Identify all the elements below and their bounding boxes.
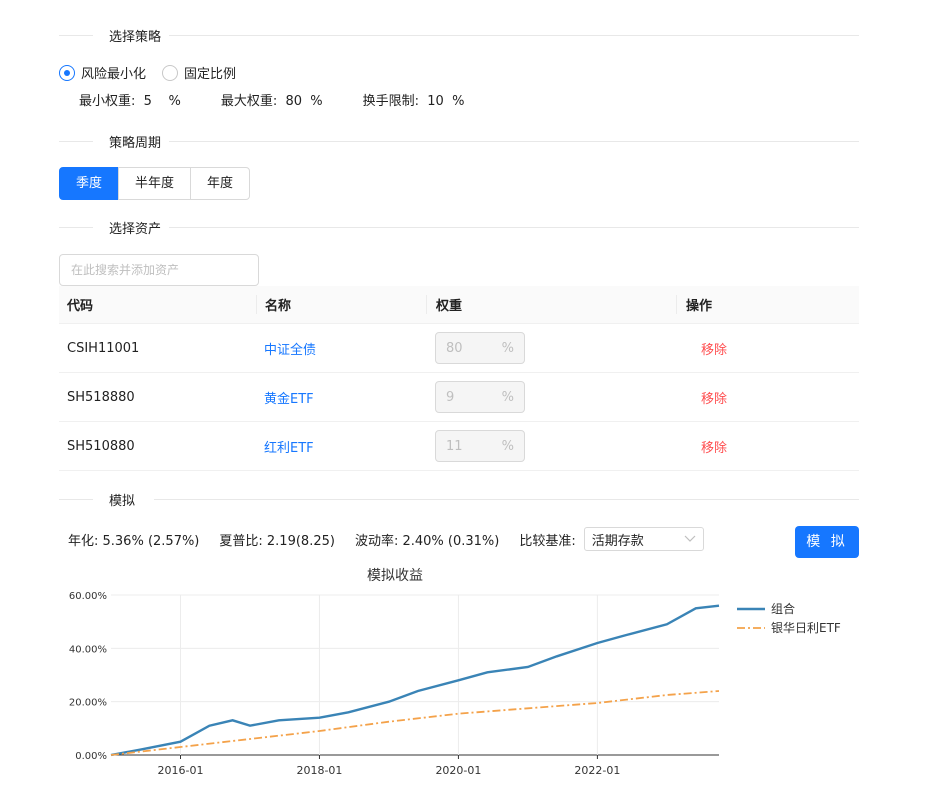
benchmark-value: 活期存款 xyxy=(591,533,644,549)
section-divider-assets: 选择资产 xyxy=(59,217,859,237)
simulation-chart: 模拟收益 0.00% 20.00% 40.00% 60.00% 2016-01 2018-0… xyxy=(69,568,841,777)
section-title-assets: 选择资产 xyxy=(109,222,162,237)
y-tick-label: 0.00% xyxy=(75,751,107,762)
series-line-2 xyxy=(110,690,720,756)
table-row: CSIH11001 中证全债 80% 移除 xyxy=(59,324,859,373)
radio-unchecked-icon xyxy=(162,64,179,81)
weight-limits: 最小权重: 5 % 最大权重: 80 % 换手限制: 10 % xyxy=(79,90,504,109)
radio-label: 风险最小化 xyxy=(81,67,147,82)
weight-unit: % xyxy=(501,389,514,405)
weight-unit: % xyxy=(501,438,514,454)
remove-button[interactable]: 移除 xyxy=(685,343,727,358)
asset-code: CSIH11001 xyxy=(67,340,140,356)
asset-code: SH518880 xyxy=(67,389,135,405)
table-row: SH510880 红利ETF 11% 移除 xyxy=(59,422,859,471)
table-row: SH518880 黄金ETF 9% 移除 xyxy=(59,373,859,422)
benchmark-label: 比较基准: xyxy=(519,533,576,549)
asset-name-link[interactable]: 红利ETF xyxy=(264,441,314,456)
asset-table: 代码 名称 权重 操作 CSIH11001 中证全债 80% 移除 SH5188… xyxy=(59,286,859,471)
radio-checked-icon xyxy=(59,64,75,81)
weight-value: 11 xyxy=(446,438,463,454)
radio-label: 固定比例 xyxy=(184,67,237,82)
chart-title: 模拟收益 xyxy=(367,568,423,584)
remove-button[interactable]: 移除 xyxy=(685,441,727,456)
asset-search-input[interactable] xyxy=(59,254,259,286)
header-weight: 权重 xyxy=(426,295,676,314)
remove-button[interactable]: 移除 xyxy=(685,392,727,407)
radio-fixed-ratio[interactable]: 固定比例 xyxy=(162,63,236,82)
y-tick-label: 60.00% xyxy=(69,591,107,602)
simulate-button[interactable]: 模 拟 xyxy=(795,526,859,558)
period-year-button[interactable]: 年度 xyxy=(190,167,251,200)
volatility: 波动率: 2.40% (0.31%) xyxy=(354,533,500,549)
weight-value: 80 xyxy=(446,340,463,356)
section-divider-strategy: 选择策略 xyxy=(59,25,859,45)
weight-input[interactable]: 80% xyxy=(435,332,525,364)
period-halfyear-button[interactable]: 半年度 xyxy=(118,167,192,200)
header-code: 代码 xyxy=(67,299,94,314)
weight-input[interactable]: 11% xyxy=(435,430,525,462)
weight-unit: % xyxy=(501,340,514,356)
series-line-1 xyxy=(110,604,720,757)
x-tick-label: 2018-01 xyxy=(296,764,342,777)
x-tick-label: 2022-01 xyxy=(574,764,620,777)
period-segmented-control: 季度 半年度 年度 xyxy=(59,167,251,200)
x-tick-label: 2016-01 xyxy=(158,764,204,777)
max-weight: 最大权重: 80 % xyxy=(220,94,323,109)
strategy-radio-group: 风险最小化 固定比例 xyxy=(59,63,252,82)
chevron-down-icon xyxy=(684,535,696,542)
asset-name-link[interactable]: 黄金ETF xyxy=(264,392,314,407)
weight-value: 9 xyxy=(446,389,455,405)
table-header: 代码 名称 权重 操作 xyxy=(59,286,859,324)
section-title-strategy: 选择策略 xyxy=(109,30,162,45)
asset-code: SH510880 xyxy=(67,438,135,454)
legend-label: 银华日利ETF xyxy=(771,621,841,635)
header-name: 名称 xyxy=(256,295,426,314)
period-quarter-button[interactable]: 季度 xyxy=(59,167,120,200)
section-divider-simulate: 模拟 xyxy=(59,489,859,509)
section-title-simulate: 模拟 xyxy=(109,494,136,509)
min-weight: 最小权重: 5 % xyxy=(79,94,181,109)
section-title-period: 策略周期 xyxy=(109,136,162,151)
y-tick-label: 20.00% xyxy=(69,698,107,709)
legend-label: 组合 xyxy=(771,601,795,616)
radio-risk-min[interactable]: 风险最小化 xyxy=(59,63,146,82)
x-tick-label: 2020-01 xyxy=(435,764,481,777)
weight-input[interactable]: 9% xyxy=(435,381,525,413)
simulation-stats: 年化: 5.36% (2.57%) 夏普比: 2.19(8.25) 波动率: 2… xyxy=(68,527,704,551)
turnover-limit: 换手限制: 10 % xyxy=(362,94,465,109)
benchmark-select[interactable]: 活期存款 xyxy=(583,527,704,551)
section-divider-period: 策略周期 xyxy=(59,131,859,151)
sharpe-ratio: 夏普比: 2.19(8.25) xyxy=(219,533,335,549)
annual-return: 年化: 5.36% (2.57%) xyxy=(68,533,200,549)
asset-name-link[interactable]: 中证全债 xyxy=(264,343,316,358)
y-tick-label: 40.00% xyxy=(69,644,107,655)
header-action: 操作 xyxy=(676,295,859,314)
